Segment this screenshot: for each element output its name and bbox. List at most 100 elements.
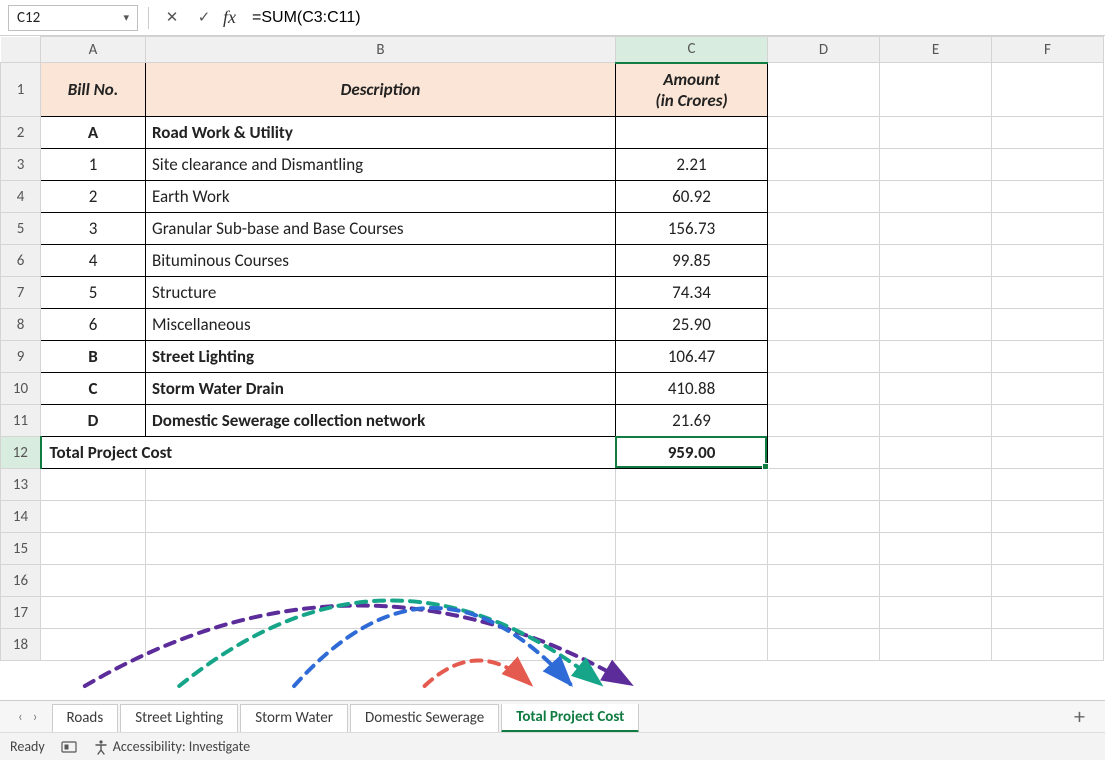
cell-A18[interactable]: [41, 629, 146, 661]
cell-A8[interactable]: 6: [41, 309, 146, 341]
cell-F17[interactable]: [992, 597, 1104, 629]
cell-C14[interactable]: [616, 501, 768, 533]
cell-D4[interactable]: [768, 181, 880, 213]
cell-A6[interactable]: 4: [41, 245, 146, 277]
cell-C6[interactable]: 99.85: [616, 245, 768, 277]
row-header-14[interactable]: 14: [1, 501, 41, 533]
cell-B16[interactable]: [146, 565, 616, 597]
cell-B9[interactable]: Street Lighting: [146, 341, 616, 373]
cell-B3[interactable]: Site clearance and Dismantling: [146, 149, 616, 181]
cell-C3[interactable]: 2.21: [616, 149, 768, 181]
cell-E14[interactable]: [880, 501, 992, 533]
cell-D12[interactable]: [768, 437, 880, 469]
macro-icon[interactable]: [61, 740, 77, 754]
row-header-17[interactable]: 17: [1, 597, 41, 629]
cell-D14[interactable]: [768, 501, 880, 533]
row-header-9[interactable]: 9: [1, 341, 41, 373]
cell-A16[interactable]: [41, 565, 146, 597]
cell-E3[interactable]: [880, 149, 992, 181]
cell-F13[interactable]: [992, 469, 1104, 501]
sheet-tab-total-project-cost[interactable]: Total Project Cost: [501, 704, 639, 733]
cell-E10[interactable]: [880, 373, 992, 405]
row-header-5[interactable]: 5: [1, 213, 41, 245]
cell-E13[interactable]: [880, 469, 992, 501]
cell-A3[interactable]: 1: [41, 149, 146, 181]
cell-D10[interactable]: [768, 373, 880, 405]
row-header-2[interactable]: 2: [1, 117, 41, 149]
cell-D18[interactable]: [768, 629, 880, 661]
row-header-16[interactable]: 16: [1, 565, 41, 597]
cell-D17[interactable]: [768, 597, 880, 629]
cell-A1[interactable]: Bill No.: [41, 63, 146, 117]
formula-input[interactable]: [248, 7, 1097, 29]
cell-B6[interactable]: Bituminous Courses: [146, 245, 616, 277]
cell-F2[interactable]: [992, 117, 1104, 149]
cell-F12[interactable]: [992, 437, 1104, 469]
accessibility-status[interactable]: Accessibility: Investigate: [93, 738, 250, 755]
cell-F15[interactable]: [992, 533, 1104, 565]
cell-D9[interactable]: [768, 341, 880, 373]
cell-B4[interactable]: Earth Work: [146, 181, 616, 213]
cell-E11[interactable]: [880, 405, 992, 437]
cell-F4[interactable]: [992, 181, 1104, 213]
cell-A12[interactable]: Total Project Cost: [41, 437, 616, 469]
row-header-15[interactable]: 15: [1, 533, 41, 565]
col-header-D[interactable]: D: [768, 37, 880, 63]
row-header-3[interactable]: 3: [1, 149, 41, 181]
cell-B7[interactable]: Structure: [146, 277, 616, 309]
col-header-C[interactable]: C: [616, 37, 768, 63]
cell-F5[interactable]: [992, 213, 1104, 245]
cell-A10[interactable]: C: [41, 373, 146, 405]
col-header-A[interactable]: A: [41, 37, 146, 63]
cell-E18[interactable]: [880, 629, 992, 661]
cell-C5[interactable]: 156.73: [616, 213, 768, 245]
cell-C8[interactable]: 25.90: [616, 309, 768, 341]
row-header-7[interactable]: 7: [1, 277, 41, 309]
cell-F18[interactable]: [992, 629, 1104, 661]
cell-F7[interactable]: [992, 277, 1104, 309]
cell-D11[interactable]: [768, 405, 880, 437]
cell-F16[interactable]: [992, 565, 1104, 597]
cell-F1[interactable]: [992, 63, 1104, 117]
cell-E12[interactable]: [880, 437, 992, 469]
cell-B8[interactable]: Miscellaneous: [146, 309, 616, 341]
confirm-icon[interactable]: ✓: [191, 6, 217, 30]
cell-A9[interactable]: B: [41, 341, 146, 373]
cell-A13[interactable]: [41, 469, 146, 501]
fx-icon[interactable]: fx: [223, 7, 236, 28]
cancel-icon[interactable]: ✕: [159, 6, 185, 30]
cell-C15[interactable]: [616, 533, 768, 565]
cell-F6[interactable]: [992, 245, 1104, 277]
cell-C11[interactable]: 21.69: [616, 405, 768, 437]
row-header-18[interactable]: 18: [1, 629, 41, 661]
cell-B18[interactable]: [146, 629, 616, 661]
cell-B5[interactable]: Granular Sub-base and Base Courses: [146, 213, 616, 245]
cell-F10[interactable]: [992, 373, 1104, 405]
row-header-13[interactable]: 13: [1, 469, 41, 501]
row-header-12[interactable]: 12: [1, 437, 41, 469]
sheet-tab-storm-water[interactable]: Storm Water: [240, 704, 348, 733]
col-header-B[interactable]: B: [146, 37, 616, 63]
tab-prev-icon[interactable]: ‹: [18, 708, 23, 725]
cell-B14[interactable]: [146, 501, 616, 533]
cell-C10[interactable]: 410.88: [616, 373, 768, 405]
select-all-corner[interactable]: [1, 37, 41, 63]
cell-E16[interactable]: [880, 565, 992, 597]
col-header-E[interactable]: E: [880, 37, 992, 63]
cell-B13[interactable]: [146, 469, 616, 501]
name-box[interactable]: C12 ▾: [8, 5, 138, 31]
cell-B2[interactable]: Road Work & Utility: [146, 117, 616, 149]
row-header-1[interactable]: 1: [1, 63, 41, 117]
cell-A4[interactable]: 2: [41, 181, 146, 213]
cell-B17[interactable]: [146, 597, 616, 629]
cell-E17[interactable]: [880, 597, 992, 629]
cell-C18[interactable]: [616, 629, 768, 661]
cell-C17[interactable]: [616, 597, 768, 629]
cell-D16[interactable]: [768, 565, 880, 597]
row-header-6[interactable]: 6: [1, 245, 41, 277]
cell-E15[interactable]: [880, 533, 992, 565]
cell-A2[interactable]: A: [41, 117, 146, 149]
cell-C7[interactable]: 74.34: [616, 277, 768, 309]
add-sheet-button[interactable]: +: [1060, 703, 1099, 730]
cell-C1[interactable]: Amount(in Crores): [616, 63, 768, 117]
